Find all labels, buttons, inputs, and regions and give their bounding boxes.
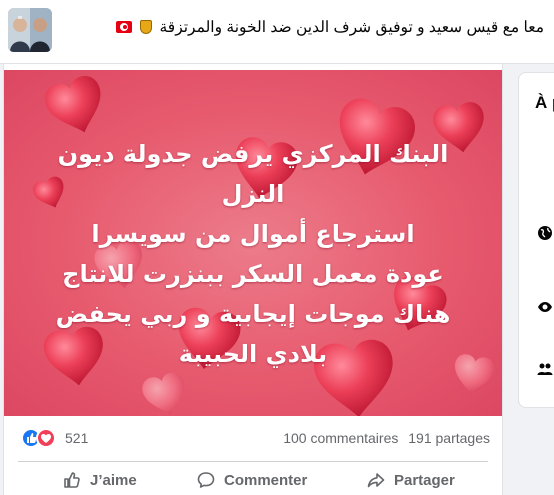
group-avatar[interactable] [8, 8, 52, 52]
like-label: J’aime [90, 471, 137, 489]
comment-icon [197, 472, 215, 488]
heart-shape [40, 72, 112, 142]
comments-count[interactable]: 100 commentaires [283, 430, 398, 446]
caption-line: عودة معمل السكر ببنزرت للانتاج [62, 260, 444, 288]
caption-line: النزل [221, 180, 285, 208]
group-title[interactable]: معا مع قيس سعيد و توفيق شرف الدين ضد الخ… [56, 18, 544, 42]
love-reaction-icon [36, 428, 56, 448]
thumbs-up-icon [64, 472, 80, 488]
comment-button[interactable]: Commenter [196, 468, 307, 492]
comment-label: Commenter [224, 471, 308, 489]
reaction-icons[interactable] [21, 428, 61, 448]
shares-count[interactable]: 191 partages [408, 430, 490, 446]
shield-icon [140, 20, 153, 34]
reactions-count[interactable]: 521 [65, 430, 88, 446]
share-button[interactable]: Partager [366, 468, 455, 492]
post-stats: 521 100 commentaires 191 partages [4, 424, 502, 452]
people-icon [537, 363, 553, 375]
caption-line: استرجاع أموال من سويسرا [91, 220, 415, 248]
caption-line: البنك المركزي يرفض جدولة ديون [57, 140, 449, 168]
share-arrow-icon [367, 473, 385, 488]
globe-icon [538, 226, 552, 240]
post-image[interactable]: البنك المركزي يرفض جدولة ديون النزل استر… [4, 70, 502, 416]
post-card: البنك المركزي يرفض جدولة ديون النزل استر… [3, 64, 503, 495]
share-label: Partager [394, 471, 455, 489]
group-title-text: معا مع قيس سعيد و توفيق شرف الدين ضد الخ… [159, 19, 544, 36]
post-actions: J’aime Commenter Partager [4, 464, 502, 495]
eye-icon [538, 302, 552, 312]
about-panel-title: À p [535, 93, 554, 112]
tunisia-flag-icon [115, 21, 132, 33]
engagement-summary: 100 commentaires 191 partages [277, 430, 490, 446]
group-header: معا مع قيس سعيد و توفيق شرف الدين ضد الخ… [0, 0, 554, 64]
about-panel: À p [518, 72, 554, 408]
caption-line: هناك موجات إيجابية و ربي يحفض [55, 300, 451, 328]
like-button[interactable]: J’aime [62, 468, 137, 492]
divider [18, 461, 488, 462]
image-caption: البنك المركزي يرفض جدولة ديون النزل استر… [4, 134, 502, 374]
heart-shape [139, 370, 191, 416]
caption-line: بلادي الحبيبة [178, 340, 328, 368]
